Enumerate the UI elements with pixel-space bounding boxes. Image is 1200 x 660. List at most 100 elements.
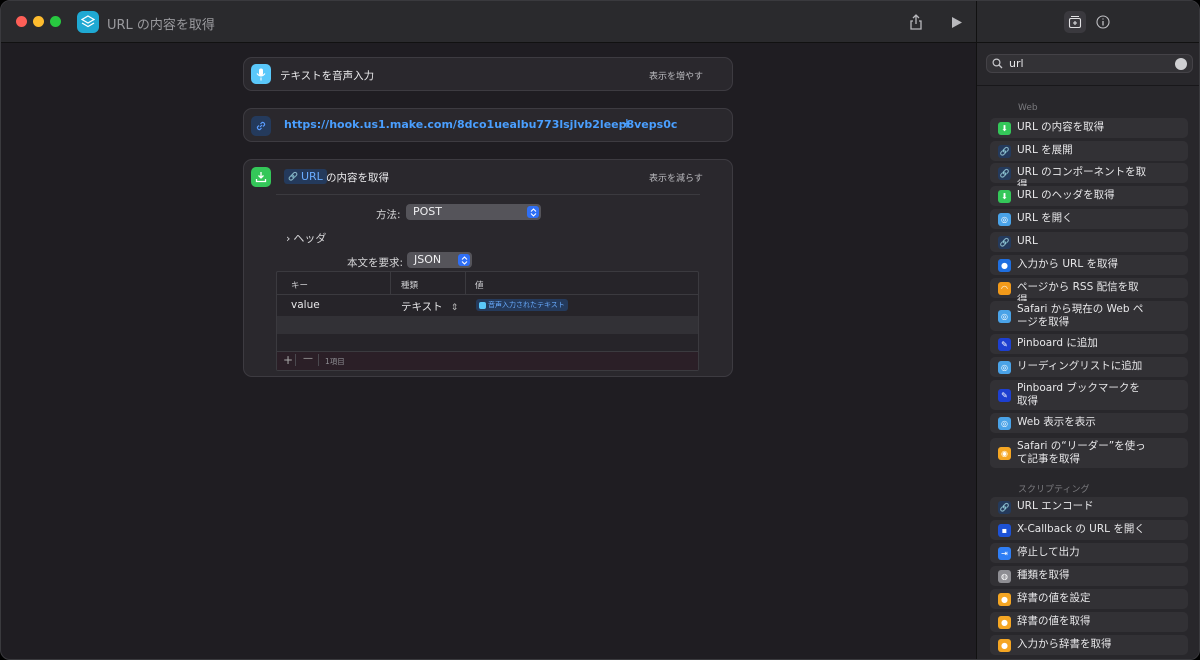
safari-icon: ◎: [998, 309, 1011, 323]
library-action-label: 辞書の値を取得: [1017, 615, 1091, 627]
type-icon: ◍: [998, 569, 1011, 583]
window-title: URL の内容を取得: [107, 18, 215, 33]
library-action-label: 種類を取得: [1017, 569, 1070, 581]
library-action-item[interactable]: ⬇ URL のヘッダを取得: [990, 186, 1188, 206]
library-action-label: Pinboard ブックマークを取得: [1017, 382, 1140, 407]
show-more-button[interactable]: 表示を増やす: [649, 69, 703, 82]
shortcut-icon[interactable]: [77, 11, 99, 33]
globe-icon: ●: [998, 258, 1011, 272]
section-header: スクリプティング: [1018, 485, 1090, 495]
library-action-item[interactable]: ◎ Web 表示を表示: [990, 413, 1188, 433]
library-action-label: URL の内容を取得: [1017, 121, 1105, 133]
chevron-right-icon: ›: [286, 232, 291, 245]
remove-row-button[interactable]: —: [303, 353, 313, 364]
column-header-key: キー: [291, 281, 309, 291]
library-action-item[interactable]: ◍ 種類を取得: [990, 566, 1188, 586]
library-action-item[interactable]: ◎ URL を開く: [990, 209, 1188, 229]
library-action-item[interactable]: 🔗 URL: [990, 232, 1188, 252]
minimize-window-button[interactable]: [33, 16, 44, 27]
library-action-label: URL エンコード: [1017, 500, 1094, 512]
dictionary-icon: ●: [998, 638, 1011, 652]
headers-disclosure[interactable]: › ヘッダ: [286, 230, 326, 246]
body-type-select[interactable]: JSON: [407, 252, 472, 268]
action-title: テキストを音声入力: [280, 70, 375, 82]
library-action-item[interactable]: ● 辞書の値を取得: [990, 612, 1188, 632]
clear-search-icon[interactable]: [1175, 58, 1187, 70]
library-action-item[interactable]: ◎ リーディングリストに追加: [990, 357, 1188, 377]
pin-icon: ✎: [998, 388, 1011, 402]
library-action-item[interactable]: ⇥ 停止して出力: [990, 543, 1188, 563]
library-action-label: Web 表示を表示: [1017, 416, 1096, 428]
method-select[interactable]: POST: [406, 204, 541, 220]
library-action-item[interactable]: ✎ Pinboard ブックマークを取得: [990, 380, 1188, 410]
search-input[interactable]: url: [1009, 57, 1024, 70]
url-field[interactable]: https://hook.us1.make.com/8dco1uealbu773…: [284, 118, 677, 131]
empty-row: [277, 316, 698, 334]
library-action-item[interactable]: ▪ X-Callback の URL を開く: [990, 520, 1188, 540]
reader-icon: ◉: [998, 446, 1011, 460]
info-icon: [1096, 15, 1110, 29]
type-select[interactable]: テキスト ⇕: [401, 299, 458, 314]
dictated-text-variable-token[interactable]: 音声入力されたテキスト: [476, 299, 568, 311]
microphone-icon: [251, 64, 271, 84]
method-label: 方法:: [376, 209, 401, 221]
safari-icon: ◎: [998, 360, 1011, 374]
library-action-item[interactable]: 🔗 URL エンコード: [990, 497, 1188, 517]
app-window: URL の内容を取得 テキストを音声入力 表示を増やす https://hook…: [0, 0, 1200, 660]
library-action-label: リーディングリストに追加: [1017, 360, 1143, 372]
callback-icon: ▪: [998, 523, 1011, 537]
url-action[interactable]: https://hook.us1.make.com/8dco1uealbu773…: [243, 108, 733, 142]
library-action-item[interactable]: ● 入力から辞書を取得: [990, 635, 1188, 655]
share-icon: [910, 14, 922, 30]
key-field[interactable]: value: [291, 299, 320, 311]
download-icon: ⬇: [998, 189, 1011, 203]
column-header-type: 種類: [401, 281, 419, 291]
chevron-updown-icon: [458, 254, 470, 266]
action-library-panel: url Web ⬇ URL の内容を取得 🔗 URL を展開 🔗 URL のコンポーネントを…: [976, 1, 1199, 659]
dictate-text-action[interactable]: テキストを音声入力 表示を増やす: [243, 57, 733, 91]
library-action-item[interactable]: ● 辞書の値を設定: [990, 589, 1188, 609]
link-icon: 🔗: [288, 172, 298, 181]
library-action-item[interactable]: ◉ Safari の“リーダー”を使って記事を取得: [990, 438, 1188, 468]
divider: [276, 194, 700, 195]
zoom-window-button[interactable]: [50, 16, 61, 27]
library-action-label: 辞書の値を設定: [1017, 592, 1091, 604]
link-icon: 🔗: [998, 235, 1011, 249]
library-action-label: Pinboard に追加: [1017, 337, 1098, 349]
library-action-item[interactable]: ◎ Safari から現在の Web ページを取得: [990, 301, 1188, 331]
request-body-table: キー 種類 値 value テキスト ⇕ 音声入力されたテキスト + — 1項目: [276, 271, 699, 371]
table-footer: + — 1項目: [277, 352, 698, 370]
library-action-label: Safari から現在の Web ページを取得: [1017, 303, 1144, 328]
library-action-label: URL のヘッダを取得: [1017, 189, 1115, 201]
safari-icon: ◎: [998, 416, 1011, 430]
library-action-label: URL を展開: [1017, 144, 1073, 156]
close-window-button[interactable]: [16, 16, 27, 27]
stop-icon: ⇥: [998, 546, 1011, 560]
library-action-item[interactable]: ✎ Pinboard に追加: [990, 334, 1188, 354]
chevron-updown-icon: [527, 206, 539, 218]
show-less-button[interactable]: 表示を減らす: [649, 171, 703, 184]
body-label: 本文を要求:: [347, 257, 404, 269]
library-action-item[interactable]: ⬇ URL の内容を取得: [990, 118, 1188, 138]
run-button[interactable]: [947, 12, 967, 32]
rss-icon: ◠: [998, 281, 1011, 295]
share-button[interactable]: [906, 12, 926, 32]
add-url-button[interactable]: +: [621, 116, 633, 132]
library-action-item[interactable]: 🔗 URL のコンポーネントを取得: [990, 163, 1188, 191]
search-field[interactable]: url: [986, 54, 1193, 73]
table-row[interactable]: value テキスト ⇕ 音声入力されたテキスト: [277, 295, 698, 315]
dictionary-icon: ●: [998, 615, 1011, 629]
info-button[interactable]: [1092, 11, 1114, 33]
add-row-button[interactable]: +: [283, 353, 293, 367]
library-action-item[interactable]: ● 入力から URL を取得: [990, 255, 1188, 275]
dictionary-icon: ●: [998, 592, 1011, 606]
library-action-item[interactable]: 🔗 URL を展開: [990, 141, 1188, 161]
library-action-label: Safari の“リーダー”を使って記事を取得: [1017, 440, 1146, 465]
library-action-label: X-Callback の URL を開く: [1017, 523, 1145, 535]
link-icon: 🔗: [998, 166, 1011, 180]
url-variable-token[interactable]: 🔗 URL: [284, 169, 327, 184]
safari-icon: ◎: [998, 212, 1011, 226]
library-action-item[interactable]: ◠ ページから RSS 配信を取得: [990, 278, 1188, 306]
library-action-label: URL: [1017, 235, 1038, 247]
action-library-button[interactable]: [1064, 11, 1086, 33]
